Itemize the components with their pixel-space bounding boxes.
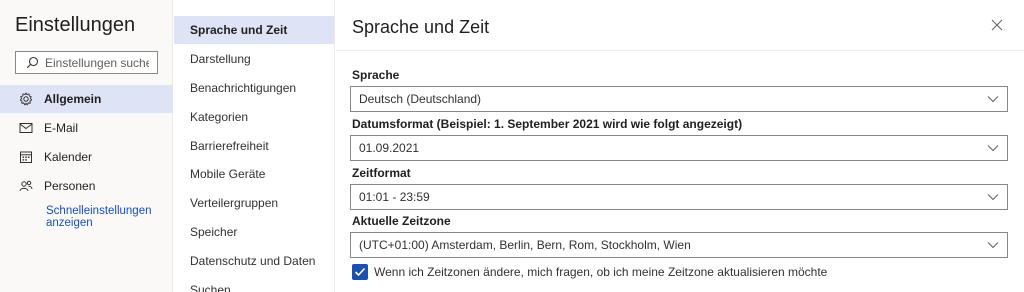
settings-sidebar: Einstellungen Allgemein E-Mail [0,0,173,292]
close-icon [991,19,1003,31]
ask-timezone-label: Wenn ich Zeitzonen ändere, mich fragen, … [374,265,828,279]
nav-item-verteilergruppen[interactable]: Verteilergruppen [174,189,334,217]
calendar-icon [18,149,34,165]
page-title: Sprache und Zeit [352,17,490,37]
search-icon [26,56,39,69]
settings-title: Einstellungen [15,14,136,36]
nav-item-benachrichtigungen[interactable]: Benachrichtigungen [174,74,334,102]
category-label: Allgemein [44,92,102,106]
category-allgemein[interactable]: Allgemein [0,85,173,113]
language-value: Deutsch (Deutschland) [359,92,482,106]
time-format-dropdown[interactable]: 01:01 - 23:59 [350,184,1008,210]
date-format-label: Datumsformat (Beispiel: 1. September 202… [352,117,743,131]
settings-search-input[interactable] [45,55,149,70]
chevron-down-icon [987,96,999,103]
header-divider [336,50,1024,51]
time-format-value: 01:01 - 23:59 [359,190,430,204]
quick-settings-link[interactable]: Schnelleinstellungen anzeigen [46,205,166,229]
category-label: E-Mail [44,121,79,135]
mail-icon [18,120,34,136]
timezone-dropdown[interactable]: (UTC+01:00) Amsterdam, Berlin, Bern, Rom… [350,232,1008,258]
nav-item-speicher[interactable]: Speicher [174,218,334,246]
nav-item-darstellung[interactable]: Darstellung [174,45,334,73]
nav-item-sprache-und-zeit[interactable]: Sprache und Zeit [174,16,334,44]
checkmark-icon [354,267,366,277]
settings-content-panel: Sprache und Zeit Sprache Deutsch (Deutsc… [336,0,1024,292]
settings-search-box[interactable] [15,51,158,74]
chevron-down-icon [987,242,999,249]
close-button[interactable] [990,18,1006,34]
ask-timezone-checkbox[interactable] [352,264,368,280]
nav-item-barrierefreiheit[interactable]: Barrierefreiheit [174,132,334,160]
nav-item-datenschutz[interactable]: Datenschutz und Daten [174,247,334,275]
date-format-value: 01.09.2021 [359,141,420,155]
time-format-label: Zeitformat [352,166,411,180]
nav-item-mobile-geraete[interactable]: Mobile Geräte [174,160,334,188]
category-email[interactable]: E-Mail [0,114,173,142]
date-format-dropdown[interactable]: 01.09.2021 [350,135,1008,161]
nav-item-kategorien[interactable]: Kategorien [174,103,334,131]
gear-icon [18,91,34,107]
language-dropdown[interactable]: Deutsch (Deutschland) [350,86,1008,112]
language-label: Sprache [352,68,400,82]
ask-timezone-option[interactable]: Wenn ich Zeitzonen ändere, mich fragen, … [352,264,827,280]
people-icon [18,178,34,194]
category-kalender[interactable]: Kalender [0,143,173,171]
timezone-label: Aktuelle Zeitzone [352,214,451,228]
nav-item-suchen[interactable]: Suchen [174,276,334,292]
general-settings-nav: Sprache und Zeit Darstellung Benachricht… [174,0,335,292]
category-label: Kalender [44,150,93,164]
chevron-down-icon [987,145,999,152]
category-label: Personen [44,179,96,193]
chevron-down-icon [987,194,999,201]
category-personen[interactable]: Personen [0,172,173,200]
timezone-value: (UTC+01:00) Amsterdam, Berlin, Bern, Rom… [359,238,691,252]
